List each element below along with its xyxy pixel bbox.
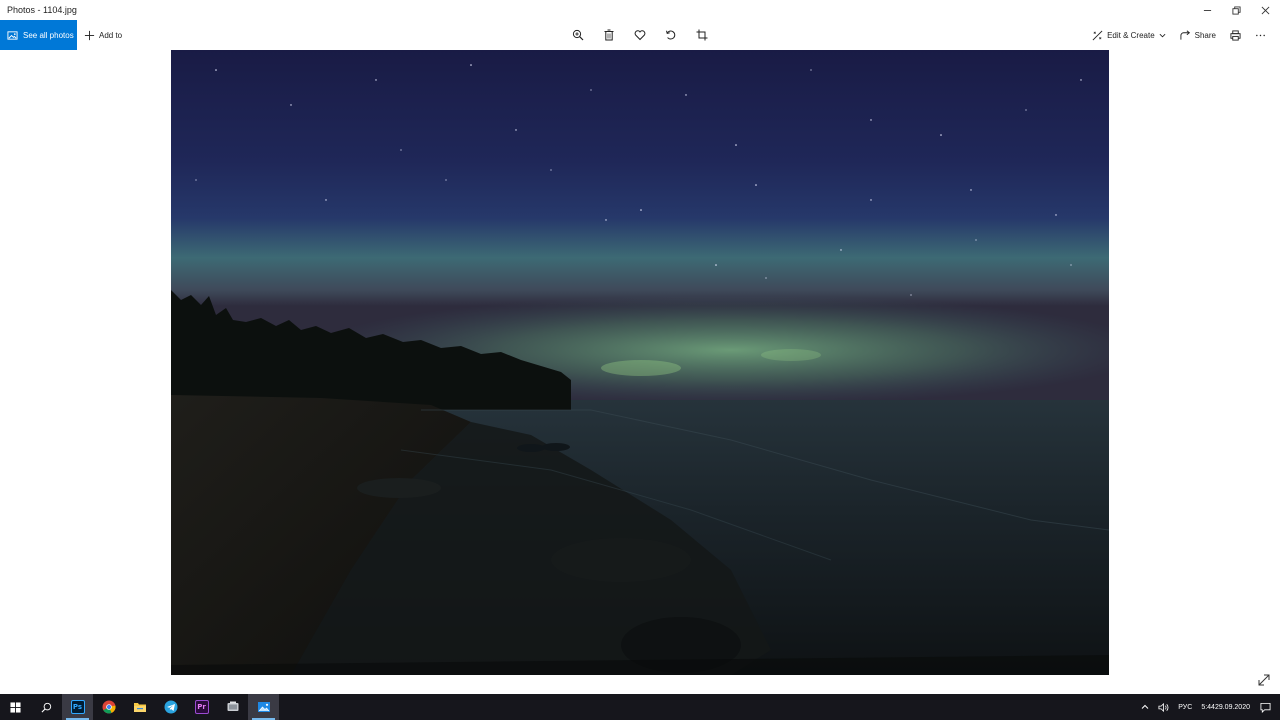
windows-icon — [10, 701, 21, 713]
taskbar-chrome[interactable] — [93, 694, 124, 720]
photos-app-icon — [257, 702, 270, 712]
full-screen-button[interactable] — [1257, 673, 1271, 687]
crop-icon — [696, 29, 708, 41]
volume-button[interactable] — [1158, 702, 1169, 713]
print-button[interactable] — [1230, 20, 1241, 50]
clock-date: 29.09.2020 — [1214, 703, 1250, 711]
clock[interactable]: 5:44 29.09.2020 — [1201, 703, 1250, 712]
favorite-button[interactable] — [631, 26, 649, 44]
window-title: Photos - 1104.jpg — [7, 5, 77, 15]
close-icon — [1261, 6, 1270, 14]
plus-icon — [84, 30, 95, 40]
taskbar-app[interactable] — [217, 694, 248, 720]
more-options-button[interactable] — [1255, 20, 1266, 50]
start-button[interactable] — [0, 694, 31, 720]
add-to-label: Add to — [99, 30, 123, 40]
taskbar-telegram[interactable] — [155, 694, 186, 720]
close-button[interactable] — [1251, 0, 1280, 20]
folder-icon — [133, 703, 146, 712]
expand-icon — [1258, 674, 1270, 686]
edit-create-label: Edit & Create — [1107, 30, 1155, 40]
edit-create-icon — [1092, 30, 1103, 40]
photos-icon — [7, 30, 18, 40]
photos-app: Photos - 1104.jpg See all photos Add to — [0, 0, 1280, 720]
heart-icon — [634, 30, 646, 41]
show-hidden-icons-button[interactable] — [1141, 703, 1149, 711]
share-label: Share — [1194, 30, 1216, 40]
taskbar-premiere[interactable]: Pr — [186, 694, 217, 720]
share-icon — [1180, 29, 1190, 40]
minimize-button[interactable] — [1193, 0, 1222, 20]
right-toolbar: Edit & Create Share — [1092, 20, 1280, 50]
title-bar: Photos - 1104.jpg — [0, 0, 1280, 20]
see-all-photos-button[interactable]: See all photos — [0, 20, 77, 50]
command-bar: See all photos Add to Edit & Create Shar… — [0, 20, 1280, 50]
window-controls — [1193, 0, 1280, 20]
taskbar-photos[interactable] — [248, 694, 279, 720]
notification-icon — [1260, 702, 1271, 713]
see-all-photos-label: See all photos — [23, 30, 74, 40]
print-icon — [1230, 29, 1241, 41]
taskbar-photoshop[interactable]: Ps — [62, 694, 93, 720]
chrome-icon — [102, 700, 116, 714]
delete-icon — [604, 29, 614, 41]
taskbar: Ps Pr РУС 5:44 29.09.2020 — [0, 694, 1280, 720]
system-tray: РУС 5:44 29.09.2020 — [1141, 694, 1280, 720]
zoom-button[interactable] — [569, 26, 587, 44]
telegram-icon — [164, 700, 177, 714]
image-tools — [569, 20, 724, 50]
crop-button[interactable] — [693, 26, 711, 44]
clock-time: 5:44 — [1201, 703, 1215, 711]
app-icon — [227, 701, 238, 711]
language-indicator[interactable]: РУС — [1178, 704, 1192, 711]
share-button[interactable]: Share — [1180, 20, 1216, 50]
rotate-icon — [666, 30, 676, 40]
minimize-icon — [1203, 9, 1212, 11]
add-to-button[interactable]: Add to — [84, 20, 122, 50]
volume-icon — [1158, 702, 1169, 712]
search-icon — [41, 702, 52, 712]
taskbar-file-explorer[interactable] — [124, 694, 155, 720]
edit-create-button[interactable]: Edit & Create — [1092, 20, 1166, 50]
photo-viewer[interactable] — [171, 50, 1109, 675]
restore-icon — [1232, 5, 1241, 15]
more-icon — [1256, 34, 1265, 36]
aurora-photo — [171, 50, 1109, 675]
zoom-icon — [572, 29, 584, 41]
rotate-button[interactable] — [662, 26, 680, 44]
chevron-down-icon — [1159, 33, 1166, 37]
restore-button[interactable] — [1222, 0, 1251, 20]
action-center-button[interactable] — [1260, 702, 1271, 713]
photoshop-icon: Ps — [70, 700, 85, 714]
premiere-icon: Pr — [194, 700, 209, 714]
delete-button[interactable] — [600, 26, 618, 44]
chevron-up-icon — [1141, 704, 1149, 709]
search-button[interactable] — [31, 694, 62, 720]
